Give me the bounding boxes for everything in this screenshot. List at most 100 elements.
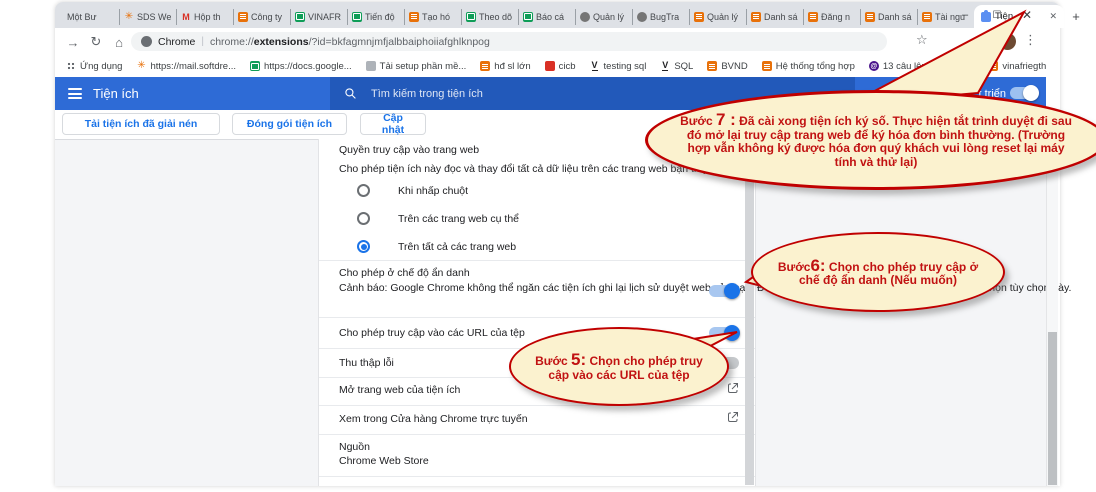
developer-mode-toggle[interactable] — [1010, 87, 1038, 99]
radio-label: Trên các trang web cụ thể — [398, 213, 519, 225]
bookmark-item[interactable]: vinafriegth — [988, 61, 1046, 72]
reload-icon[interactable]: ↻ — [86, 32, 106, 52]
doc-icon — [694, 12, 704, 22]
bookmark-item[interactable]: BVND — [707, 61, 747, 72]
bookmark-item[interactable]: Tải setup phần mề... — [366, 61, 467, 72]
browser-tab[interactable]: Một Bư — [63, 9, 119, 25]
bookmark-item[interactable]: https://docs.google... — [250, 61, 352, 72]
view-in-web-store-link[interactable]: Xem trong Cửa hàng Chrome trực tuyến — [339, 413, 528, 425]
bookmark-item[interactable]: testing sql — [590, 61, 647, 72]
card-scrollbar[interactable] — [745, 140, 754, 485]
bookmark-item[interactable]: cicb — [545, 61, 576, 72]
divider — [319, 434, 755, 435]
browser-tab[interactable]: Tạo hó — [404, 9, 461, 25]
bookmark-label: cicb — [559, 61, 576, 72]
forward-icon[interactable]: → — [63, 32, 83, 52]
external-link-icon — [727, 411, 739, 423]
bookmark-star-icon[interactable]: ☆ — [916, 32, 928, 48]
sheet-icon — [295, 12, 305, 22]
search-icon — [344, 87, 357, 100]
browser-tab[interactable]: VINAFR — [290, 9, 347, 25]
grid-icon — [67, 62, 76, 71]
load-unpacked-button[interactable]: Tải tiện ích đã giải nén — [62, 113, 220, 135]
incognito-toggle[interactable] — [709, 285, 739, 297]
incognito-row-description: Cảnh báo: Google Chrome không thể ngăn c… — [339, 282, 711, 295]
profile-avatar[interactable] — [999, 33, 1016, 50]
site-access-option[interactable]: Trên các trang web cụ thể — [339, 211, 735, 226]
bookmark-item[interactable]: https://mail.softdre... — [136, 61, 236, 72]
address-bar[interactable]: Chrome | chrome://extensions/?id=bkfagmn… — [131, 32, 887, 51]
bookmark-item[interactable]: Ứng dụng — [67, 61, 122, 72]
browser-toolbar: → ↻ ⌂ Chrome | chrome://extensions/?id=b… — [55, 28, 1060, 55]
bookmark-label: https://mail.softdre... — [150, 61, 236, 72]
browser-tab[interactable]: Đăng n — [803, 9, 860, 25]
bookmark-item[interactable]: Hệ thống tổng hợp — [762, 61, 855, 72]
window-close-button[interactable]: ✕ — [1014, 2, 1040, 28]
doc-icon — [762, 61, 772, 71]
site-access-option[interactable]: Trên tất cả các trang web — [339, 239, 735, 254]
extensions-search-input[interactable] — [369, 87, 793, 101]
bookmark-label: testing sql — [604, 61, 647, 72]
site-access-options: Khi nhấp chuột Trên các trang web cụ thể T… — [339, 183, 735, 267]
tab-label: BugTra — [650, 12, 679, 22]
browser-tab[interactable]: Danh sá — [746, 9, 803, 25]
browser-tab[interactable]: Công ty — [233, 9, 290, 25]
bookmark-label: https://docs.google... — [264, 61, 352, 72]
bookmark-label: BVND — [721, 61, 747, 72]
browser-tab[interactable]: Tiến độ — [347, 9, 404, 25]
radio-unselected[interactable] — [357, 212, 370, 225]
file-urls-row-title: Cho phép truy cập vào các URL của tệp — [339, 327, 525, 339]
doc-icon — [865, 12, 875, 22]
tab-label: Theo dõ — [479, 12, 512, 22]
new-tab-button[interactable]: + — [1064, 5, 1088, 28]
tab-label: Tạo hó — [422, 12, 450, 22]
browser-tab[interactable]: SDS We — [119, 9, 176, 25]
page-scrollbar[interactable]: ▲ — [1046, 139, 1058, 486]
update-button[interactable]: Cập nhật — [360, 113, 426, 135]
site-access-option[interactable]: Khi nhấp chuột — [339, 183, 735, 198]
browser-tab[interactable]: Hộp th — [176, 9, 233, 25]
browser-tab[interactable]: Quản lý — [689, 9, 746, 25]
tab-label: VINAFR — [308, 12, 341, 22]
sheet-icon — [466, 12, 476, 22]
browser-tab[interactable]: Quản lý — [575, 9, 632, 25]
callout-step-5: Bước 5: Chọn cho phép truy cập vào các U… — [509, 327, 729, 406]
window-maximize-button[interactable]: ☐ — [984, 2, 1010, 28]
tab-close-icon[interactable]: ✕ — [1049, 11, 1057, 22]
browser-tab[interactable]: Báo cá — [518, 9, 575, 25]
tab-strip: Một BưSDS We Hộp th Công ty VINAFR Tiến độ Tạ… — [63, 5, 974, 28]
tab-label: Hộp th — [194, 12, 221, 22]
bookmark-label: Ứng dụng — [80, 61, 122, 72]
pack-extension-button[interactable]: Đóng gói tiện ích — [232, 113, 347, 135]
browser-tab[interactable]: BugTra — [632, 9, 689, 25]
badge-icon — [545, 61, 555, 71]
asterisk-icon — [124, 12, 134, 22]
bookmark-item[interactable]: SQL — [660, 61, 693, 72]
vletter-icon — [660, 61, 670, 71]
doc-icon — [808, 12, 818, 22]
home-icon[interactable]: ⌂ — [109, 32, 129, 52]
tab-label: Đăng n — [821, 12, 850, 22]
tab-label: Danh sá — [878, 12, 912, 22]
radio-unselected[interactable] — [357, 184, 370, 197]
divider — [319, 317, 755, 318]
at-icon — [869, 61, 879, 71]
scrollbar-thumb[interactable] — [1048, 332, 1057, 485]
radio-selected[interactable] — [357, 240, 370, 253]
menu-hamburger-icon[interactable] — [68, 88, 82, 99]
bookmark-item[interactable]: 13 câu lệnh SQL qu... — [869, 61, 975, 72]
window-minimize-button[interactable]: – — [952, 2, 978, 28]
divider — [319, 260, 755, 261]
browser-tab[interactable]: Theo dõ — [461, 9, 518, 25]
file-urls-toggle[interactable] — [709, 327, 739, 339]
open-extension-website-link[interactable]: Mở trang web của tiện ích — [339, 384, 460, 396]
browser-menu-icon[interactable]: ⋮ — [1024, 32, 1037, 48]
sheet-icon — [523, 12, 533, 22]
bookmark-item[interactable]: hđ sl lớn — [480, 61, 530, 72]
tab-label: Công ty — [251, 12, 282, 22]
asterisk-icon — [136, 61, 146, 71]
tab-label: Báo cá — [536, 12, 564, 22]
omnibox-app-label: Chrome — [158, 36, 195, 48]
browser-tab[interactable]: Danh sá — [860, 9, 917, 25]
page-info-icon[interactable] — [141, 36, 152, 47]
